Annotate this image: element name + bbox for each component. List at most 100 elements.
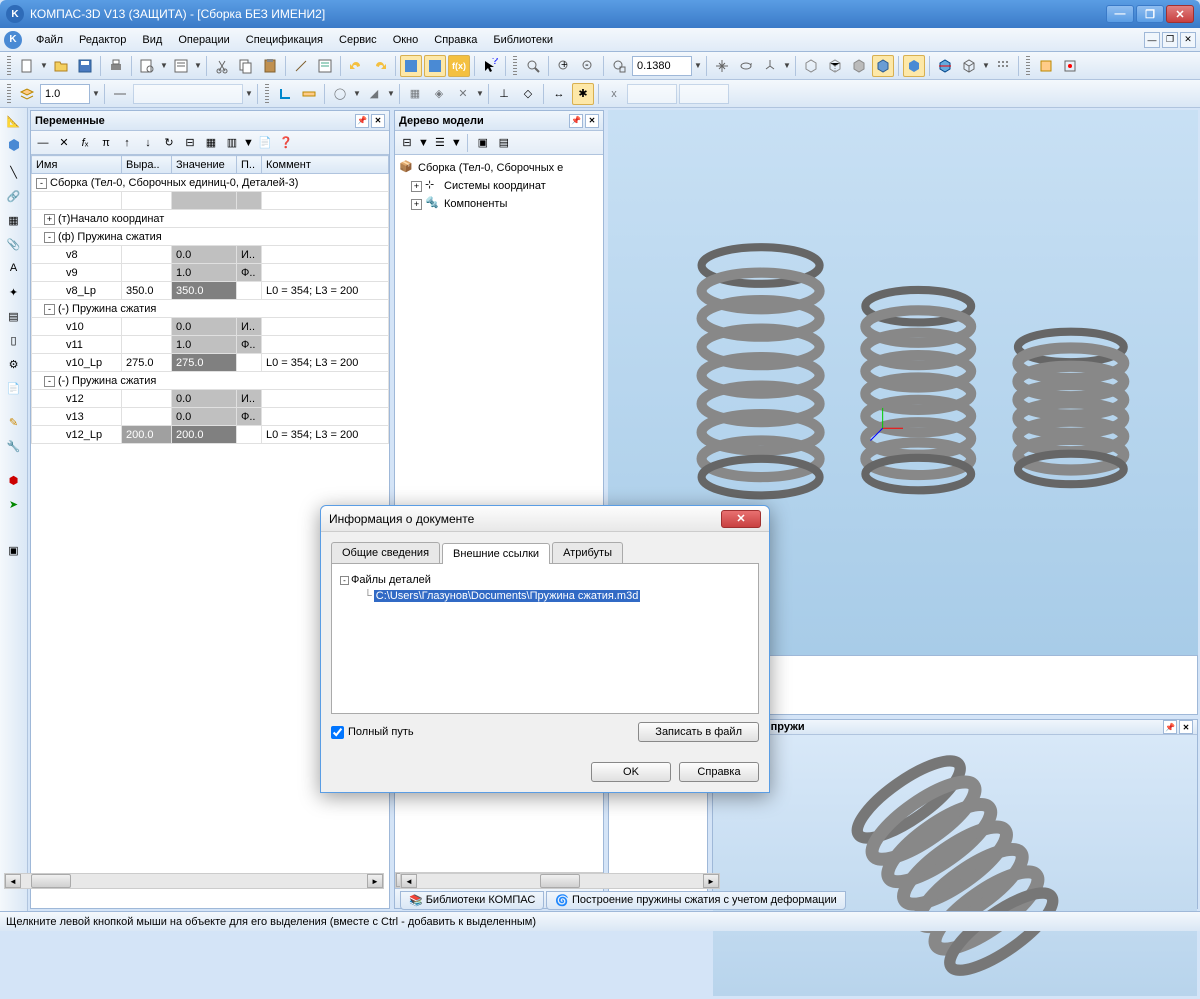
vars-help-icon[interactable]: ❓ <box>276 133 296 153</box>
lt-grid-icon[interactable]: ▦ <box>3 209 25 231</box>
table-row[interactable]: v12_Lp <box>32 426 122 444</box>
dialog-titlebar[interactable]: Информация о документе ✕ <box>321 506 769 532</box>
table-row[interactable]: v12 <box>32 390 122 408</box>
preview-dropdown[interactable]: ▼ <box>160 61 168 70</box>
col-value[interactable]: Значение <box>172 156 237 174</box>
lt-list-icon[interactable]: ▤ <box>3 305 25 327</box>
table-row[interactable]: -Сборка (Тел-0, Сборочных единиц-0, Дета… <box>32 174 389 192</box>
perspective-button[interactable] <box>903 55 925 77</box>
table-row[interactable]: +(т)Начало координат <box>32 210 389 228</box>
dialog-close-button[interactable]: ✕ <box>721 510 761 528</box>
rebuild-button[interactable] <box>1035 55 1057 77</box>
mt-view-icon[interactable]: ▣ <box>473 133 493 153</box>
shaded-button[interactable] <box>848 55 870 77</box>
table-row[interactable]: -(ф) Пружина сжатия <box>32 228 389 246</box>
pin-icon[interactable]: 📌 <box>355 114 369 128</box>
col-name[interactable]: Имя <box>32 156 122 174</box>
lt-stop-icon[interactable]: ⬢ <box>3 469 25 491</box>
bottom-hscroll[interactable]: ◄► <box>400 873 720 889</box>
mt-split-icon[interactable]: ▤ <box>494 133 514 153</box>
zoom-fit-button[interactable] <box>522 55 544 77</box>
minimize-button[interactable]: — <box>1106 5 1134 23</box>
arc-button[interactable]: ◯ <box>329 83 351 105</box>
lt-tree-icon[interactable]: ▯ <box>3 329 25 351</box>
snap2-button[interactable]: ◈ <box>428 83 450 105</box>
mt-tree-icon[interactable]: ⊟ <box>397 133 417 153</box>
menu-operations[interactable]: Операции <box>170 31 237 49</box>
lt-panel-icon[interactable]: ▣ <box>3 539 25 561</box>
expander-icon[interactable]: + <box>411 181 422 192</box>
tab-attributes[interactable]: Атрибуты <box>552 542 623 563</box>
vars-pi-icon[interactable]: π <box>96 133 116 153</box>
intersect-button[interactable]: ✕ <box>452 83 474 105</box>
zoom-in-button[interactable]: + <box>553 55 575 77</box>
menu-editor[interactable]: Редактор <box>71 31 134 49</box>
vars-fx-icon[interactable]: fₓ <box>75 133 95 153</box>
line-width-input[interactable] <box>40 84 90 104</box>
ok-button[interactable]: OK <box>591 762 671 782</box>
measure-button[interactable] <box>298 83 320 105</box>
file-path-node[interactable]: └ C:\Users\Глазунов\Documents\Пружина сж… <box>340 588 750 604</box>
table-row[interactable]: v13 <box>32 408 122 426</box>
bottom-tab-spring[interactable]: 🌀 Построение пружины сжатия с учетом деф… <box>546 891 845 910</box>
hidden-button[interactable] <box>824 55 846 77</box>
coord-x-button[interactable]: x <box>603 83 625 105</box>
shaded-edges-button[interactable] <box>872 55 894 77</box>
lt-text-icon[interactable]: A <box>3 257 25 279</box>
menu-app-icon[interactable]: K <box>4 31 22 49</box>
table-row[interactable]: v8_Lp <box>32 282 122 300</box>
menu-libraries[interactable]: Библиотеки <box>485 31 561 49</box>
spring-preview-viewport[interactable] <box>713 735 1197 996</box>
tab-external-links[interactable]: Внешние ссылки <box>442 543 550 564</box>
print-button[interactable] <box>105 55 127 77</box>
zoom-input[interactable] <box>632 56 692 76</box>
lt-edit-icon[interactable]: 📐 <box>3 110 25 132</box>
menu-service[interactable]: Сервис <box>331 31 385 49</box>
eraser-button[interactable]: ◢ <box>363 83 385 105</box>
panel1-button[interactable] <box>400 55 422 77</box>
col-expr[interactable]: Выра.. <box>122 156 172 174</box>
table-row[interactable]: v10_Lp <box>32 354 122 372</box>
vars-col-icon[interactable]: ▥ <box>222 133 242 153</box>
panel2-button[interactable] <box>424 55 446 77</box>
vars-down-icon[interactable]: ↓ <box>138 133 158 153</box>
spec-dropdown[interactable]: ▼ <box>194 61 202 70</box>
mdi-minimize[interactable]: — <box>1144 32 1160 48</box>
dim-button[interactable]: ↔ <box>548 83 570 105</box>
layers-button[interactable] <box>16 83 38 105</box>
table-row[interactable]: v10 <box>32 318 122 336</box>
expander-icon[interactable]: + <box>411 199 422 210</box>
simplify-button[interactable] <box>958 55 980 77</box>
link-button[interactable]: ✱ <box>572 83 594 105</box>
paste-button[interactable] <box>259 55 281 77</box>
lt-cube-icon[interactable] <box>3 134 25 156</box>
properties-button[interactable] <box>314 55 336 77</box>
rotate-button[interactable] <box>735 55 757 77</box>
lt-arrow-icon[interactable]: ➤ <box>3 493 25 515</box>
write-to-file-button[interactable]: Записать в файл <box>638 722 759 742</box>
menu-window[interactable]: Окно <box>385 31 427 49</box>
col-comment[interactable]: Коммент <box>262 156 389 174</box>
vars-hscroll[interactable]: ◄► <box>4 873 384 889</box>
tab-general[interactable]: Общие сведения <box>331 542 440 563</box>
vars-doc-icon[interactable]: 📄 <box>255 133 275 153</box>
zoom-dropdown[interactable]: ▼ <box>694 61 702 70</box>
cut-button[interactable] <box>211 55 233 77</box>
lt-doc-icon[interactable]: 📄 <box>3 377 25 399</box>
table-row[interactable]: -(-) Пружина сжатия <box>32 300 389 318</box>
lt-line-icon[interactable]: ╲ <box>3 161 25 183</box>
spec-button[interactable] <box>170 55 192 77</box>
tree-node[interactable]: + ⊹ Системы координат <box>399 177 599 195</box>
open-button[interactable] <box>50 55 72 77</box>
tree-node[interactable]: + 🔩 Компоненты <box>399 195 599 213</box>
snap3-button[interactable]: ◇ <box>517 83 539 105</box>
table-row[interactable]: -(-) Пружина сжатия <box>32 372 389 390</box>
lt-compass-icon[interactable]: ✦ <box>3 281 25 303</box>
lt-wrench-icon[interactable]: 🔧 <box>3 435 25 457</box>
toolbar-grip[interactable] <box>7 56 11 76</box>
mdi-restore[interactable]: ❐ <box>1162 32 1178 48</box>
lt-link-icon[interactable]: 🔗 <box>3 185 25 207</box>
vars-x-icon[interactable]: ✕ <box>54 133 74 153</box>
full-path-checkbox[interactable] <box>331 726 344 739</box>
help-pointer-button[interactable]: ? <box>479 55 501 77</box>
